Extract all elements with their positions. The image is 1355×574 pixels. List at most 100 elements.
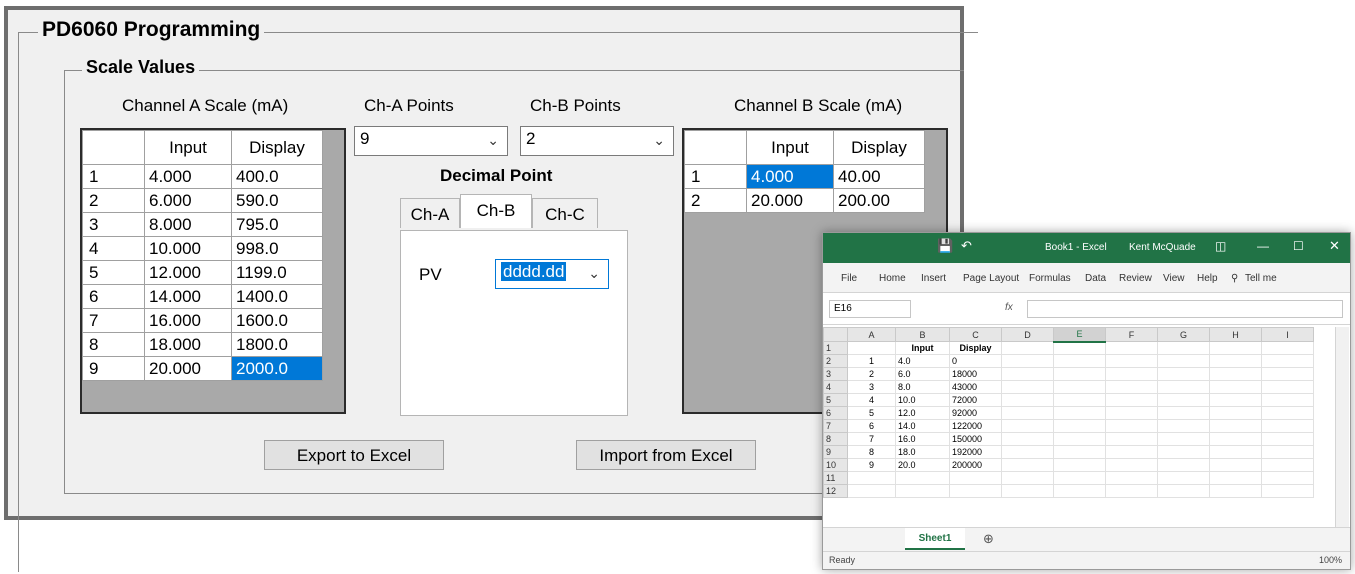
- sheet-tab-sheet1[interactable]: Sheet1: [905, 528, 965, 550]
- row-header[interactable]: 3: [823, 367, 848, 381]
- grid-header-display[interactable]: Display: [231, 130, 323, 165]
- table-row[interactable]: 2 20.000 200.00: [684, 188, 925, 213]
- cell[interactable]: 8.0: [895, 380, 950, 394]
- ribbon-tab-insert[interactable]: Insert: [921, 273, 946, 284]
- select-all-corner[interactable]: [823, 327, 848, 342]
- undo-icon[interactable]: ↶: [961, 238, 972, 254]
- table-row[interactable]: 4 10.000 998.0: [82, 236, 323, 261]
- input-cell[interactable]: 14.000: [144, 284, 232, 309]
- add-sheet-icon[interactable]: ⊕: [983, 531, 994, 547]
- cell[interactable]: 150000: [949, 432, 1002, 446]
- tab-ch-a[interactable]: Ch-A: [400, 198, 460, 228]
- table-row[interactable]: 7 16.000 1600.0: [82, 308, 323, 333]
- cell[interactable]: 4.0: [895, 354, 950, 368]
- cell[interactable]: 10.0: [895, 393, 950, 407]
- vertical-scrollbar[interactable]: [1335, 327, 1349, 527]
- chb-points-combo[interactable]: 2 ⌄: [520, 126, 674, 156]
- table-row[interactable]: 1 4.000 400.0: [82, 164, 323, 189]
- cell[interactable]: 200000: [949, 458, 1002, 472]
- cell[interactable]: 6: [847, 419, 896, 433]
- ribbon-tab-file[interactable]: File: [841, 273, 857, 284]
- ribbon-tab-review[interactable]: Review: [1119, 273, 1152, 284]
- column-header[interactable]: C: [949, 327, 1002, 342]
- pv-decimal-combo[interactable]: dddd.dd ⌄: [495, 259, 609, 289]
- display-cell[interactable]: 795.0: [231, 212, 323, 237]
- display-cell[interactable]: 1199.0: [231, 260, 323, 285]
- table-row[interactable]: 2 6.000 590.0: [82, 188, 323, 213]
- column-header[interactable]: F: [1105, 327, 1158, 342]
- cell[interactable]: 18000: [949, 367, 1002, 381]
- cell[interactable]: 122000: [949, 419, 1002, 433]
- column-header[interactable]: H: [1209, 327, 1262, 342]
- input-cell[interactable]: 18.000: [144, 332, 232, 357]
- table-row[interactable]: 8 18.000 1800.0: [82, 332, 323, 357]
- grid-header-input[interactable]: Input: [144, 130, 232, 165]
- cell[interactable]: 18.0: [895, 445, 950, 459]
- save-icon[interactable]: 💾: [937, 238, 953, 254]
- fx-icon[interactable]: fx: [1005, 302, 1013, 313]
- close-icon[interactable]: ✕: [1329, 238, 1340, 254]
- cell[interactable]: 14.0: [895, 419, 950, 433]
- input-cell[interactable]: 20.000: [746, 188, 834, 213]
- input-cell[interactable]: 16.000: [144, 308, 232, 333]
- column-header[interactable]: B: [895, 327, 950, 342]
- ribbon-tab-data[interactable]: Data: [1085, 273, 1106, 284]
- ribbon-display-icon[interactable]: ◫: [1215, 239, 1226, 253]
- tab-ch-c[interactable]: Ch-C: [532, 198, 598, 228]
- maximize-icon[interactable]: ☐: [1293, 239, 1304, 253]
- display-cell[interactable]: 1600.0: [231, 308, 323, 333]
- cell[interactable]: 2: [847, 367, 896, 381]
- grid-header-display[interactable]: Display: [833, 130, 925, 165]
- ribbon-tab-page-layout[interactable]: Page Layout: [963, 273, 1019, 284]
- table-row[interactable]: 3 8.000 795.0: [82, 212, 323, 237]
- cha-points-combo[interactable]: 9 ⌄: [354, 126, 508, 156]
- channel-a-grid[interactable]: Input Display 1 4.000 400.0 2 6.000 590.0 38…: [80, 128, 346, 414]
- import-from-excel-button[interactable]: Import from Excel: [576, 440, 756, 470]
- row-header[interactable]: 4: [823, 380, 848, 394]
- input-cell[interactable]: 4.000: [144, 164, 232, 189]
- grid-header-input[interactable]: Input: [746, 130, 834, 165]
- cell[interactable]: 6.0: [895, 367, 950, 381]
- row-header[interactable]: 7: [823, 419, 848, 433]
- row-header[interactable]: 9: [823, 445, 848, 459]
- row-header[interactable]: 5: [823, 393, 848, 407]
- input-cell[interactable]: 20.000: [144, 356, 232, 381]
- cell[interactable]: 16.0: [895, 432, 950, 446]
- display-cell[interactable]: 590.0: [231, 188, 323, 213]
- cell[interactable]: [847, 341, 896, 355]
- cell[interactable]: Display: [949, 341, 1002, 355]
- search-icon[interactable]: ⚲: [1231, 273, 1238, 284]
- table-row[interactable]: 5 12.000 1199.0: [82, 260, 323, 285]
- cell[interactable]: 8: [847, 445, 896, 459]
- cell[interactable]: Input: [895, 341, 950, 355]
- input-cell[interactable]: 10.000: [144, 236, 232, 261]
- cell[interactable]: 92000: [949, 406, 1002, 420]
- input-cell[interactable]: 8.000: [144, 212, 232, 237]
- cell[interactable]: 3: [847, 380, 896, 394]
- row-header[interactable]: 2: [823, 354, 848, 368]
- table-row[interactable]: 6 14.000 1400.0: [82, 284, 323, 309]
- row-header[interactable]: 6: [823, 406, 848, 420]
- zoom-level[interactable]: 100%: [1319, 555, 1342, 565]
- tab-ch-b[interactable]: Ch-B: [460, 194, 532, 228]
- table-row[interactable]: 9 20.000 2000.0: [82, 356, 323, 381]
- formula-bar-input[interactable]: [1027, 300, 1343, 318]
- display-cell-selected[interactable]: 2000.0: [231, 356, 323, 381]
- cell[interactable]: 7: [847, 432, 896, 446]
- display-cell[interactable]: 400.0: [231, 164, 323, 189]
- cell[interactable]: 43000: [949, 380, 1002, 394]
- column-header-active[interactable]: E: [1053, 327, 1106, 343]
- cell[interactable]: 1: [847, 354, 896, 368]
- cell[interactable]: 0: [949, 354, 1002, 368]
- column-header[interactable]: I: [1261, 327, 1314, 342]
- display-cell[interactable]: 1400.0: [231, 284, 323, 309]
- cell[interactable]: 20.0: [895, 458, 950, 472]
- cell[interactable]: 72000: [949, 393, 1002, 407]
- cell[interactable]: 9: [847, 458, 896, 472]
- column-header[interactable]: G: [1157, 327, 1210, 342]
- name-box[interactable]: E16: [829, 300, 911, 318]
- excel-sheet-grid[interactable]: A B C D E F G H I 1 Input Display 2 1 4.0 0…: [823, 327, 1333, 498]
- input-cell[interactable]: 6.000: [144, 188, 232, 213]
- input-cell[interactable]: 12.000: [144, 260, 232, 285]
- column-header[interactable]: A: [847, 327, 896, 342]
